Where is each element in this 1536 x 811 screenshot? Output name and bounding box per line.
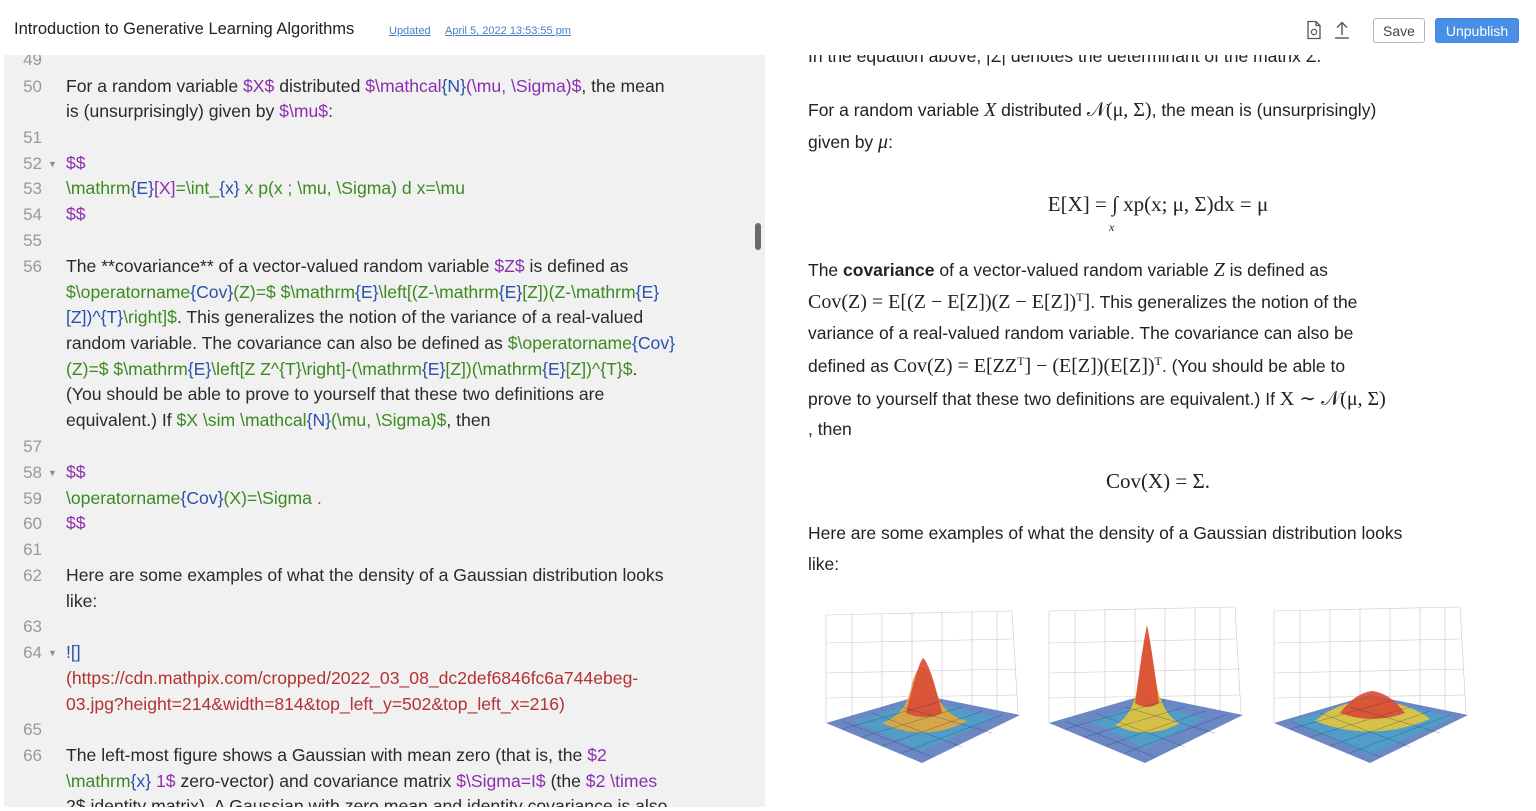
gaussian-surface-plot-2 — [1048, 606, 1243, 763]
line-number: 57 — [23, 437, 42, 456]
code-line-56-wrap: [Z])^{T}\right]$. This generalizes the n… — [66, 307, 644, 327]
code-line-66-wrap: \mathrm{x} 1$ zero-vector) and covarianc… — [66, 771, 658, 791]
code-line-56-wrap: (Z)=$ $\mathrm{E}\left[Z Z^{T}\right]-(\… — [66, 359, 638, 379]
line-number: 60 — [23, 514, 42, 533]
display-equation-covariance: Cov(X) = Σ. — [1106, 469, 1210, 493]
save-button[interactable]: Save — [1373, 18, 1425, 43]
document-title: Introduction to Generative Learning Algo… — [14, 20, 355, 38]
display-equation-expectation: E[X] = ∫ xp(x; μ, Σ)dx = μ x — [1047, 192, 1269, 234]
updated-date[interactable]: April 5, 2022 13:53:55 pm — [445, 25, 571, 37]
line-number: 64 — [23, 643, 42, 662]
code-line-59: \operatorname{Cov}(X)=\Sigma . — [66, 488, 322, 508]
gaussian-surface-plot-3 — [1273, 606, 1468, 763]
code-line-50: For a random variable $X$ distributed $\… — [66, 76, 665, 96]
top-bar: Introduction to Generative Learning Algo… — [0, 0, 1536, 58]
code-line-64-wrap: 03.jpg?height=214&width=814&top_left_y=5… — [66, 694, 565, 714]
code-line-56-wrap: equivalent.) If $X \sim \mathcal{N}(\mu,… — [66, 410, 491, 430]
line-number: 63 — [23, 617, 42, 636]
line-number: 62 — [23, 566, 42, 585]
preview-paragraph: Here are some examples of what the densi… — [808, 523, 1403, 543]
preview-paragraph: defined as Cov(Z) = E[ZZT] − (E[Z])(E[Z]… — [808, 354, 1346, 377]
code-line-64: ![] — [66, 642, 81, 662]
code-line-53: \mathrm{E}[X]=\int_{x} x p(x ; \mu, \Sig… — [66, 178, 466, 198]
preview-paragraph: The covariance of a vector-valued random… — [808, 259, 1328, 281]
code-line-60: $$ — [66, 513, 86, 533]
preview-paragraph: given by μ: — [808, 131, 893, 153]
upload-icon[interactable] — [1333, 20, 1353, 40]
line-number: 52 — [23, 154, 42, 173]
rendered-preview: In the equation above, |Σ| denotes the d… — [790, 55, 1530, 807]
line-number: 51 — [23, 128, 42, 147]
updated-label[interactable]: Updated — [389, 25, 431, 37]
code-line-62: Here are some examples of what the densi… — [66, 565, 664, 585]
line-number: 54 — [23, 205, 42, 224]
preview-partial-line: In the equation above, |Σ| denotes the d… — [808, 55, 1322, 66]
code-line-66: The left-most figure shows a Gaussian wi… — [66, 745, 607, 765]
preview-paragraph: Cov(Z) = E[(Z − E[Z])(Z − E[Z])T]. This … — [808, 290, 1358, 313]
fold-arrow-icon[interactable]: ▼ — [48, 468, 57, 478]
code-line-66-wrap: 2$ identity matrix). A Gaussian with zer… — [66, 796, 668, 807]
fold-arrow-icon[interactable]: ▼ — [48, 648, 57, 658]
fold-arrow-icon[interactable]: ▼ — [48, 159, 57, 169]
code-line-64-wrap: (https://cdn.mathpix.com/cropped/2022_03… — [66, 668, 639, 688]
code-line-58: $$ — [66, 462, 86, 482]
preview-paragraph: like: — [808, 554, 840, 574]
code-line-54: $$ — [66, 204, 86, 224]
code-line-62-wrap: like: — [66, 591, 98, 611]
code-line-56-wrap: (You should be able to prove to yourself… — [66, 384, 605, 404]
line-number: 59 — [23, 489, 42, 508]
line-number: 50 — [23, 77, 42, 96]
preview-paragraph: , then — [808, 419, 852, 439]
line-number: 58 — [23, 463, 42, 482]
unpublish-button[interactable]: Unpublish — [1435, 18, 1519, 43]
code-line-56-wrap: $\operatorname{Cov}(Z)=$ $\mathrm{E}\lef… — [66, 282, 660, 302]
line-number: 65 — [23, 720, 42, 739]
line-number: 66 — [23, 746, 42, 765]
gaussian-surface-plot-1 — [825, 610, 1020, 763]
line-number: 56 — [23, 257, 42, 276]
markdown-editor[interactable]: 49 50 51 52 53 54 55 56 57 58 59 60 61 6… — [4, 55, 765, 807]
code-line-50-wrap: is (unsurprisingly) given by $\mu$: — [66, 101, 333, 121]
pdf-export-icon[interactable] — [1305, 20, 1325, 40]
preview-paragraph: variance of a real-valued random variabl… — [808, 323, 1354, 343]
editor-scrollbar[interactable] — [755, 223, 761, 250]
code-line-56-wrap: random variable. The covariance can also… — [66, 333, 676, 353]
preview-paragraph: For a random variable X distributed 𝒩(μ,… — [808, 99, 1377, 121]
line-number: 61 — [23, 540, 42, 559]
line-number: 55 — [23, 231, 42, 250]
code-line-56: The **covariance** of a vector-valued ra… — [66, 256, 629, 276]
code-line-52: $$ — [66, 153, 86, 173]
line-number: 49 — [23, 55, 42, 69]
line-number: 53 — [23, 179, 42, 198]
preview-paragraph: prove to yourself that these two definit… — [808, 388, 1386, 410]
